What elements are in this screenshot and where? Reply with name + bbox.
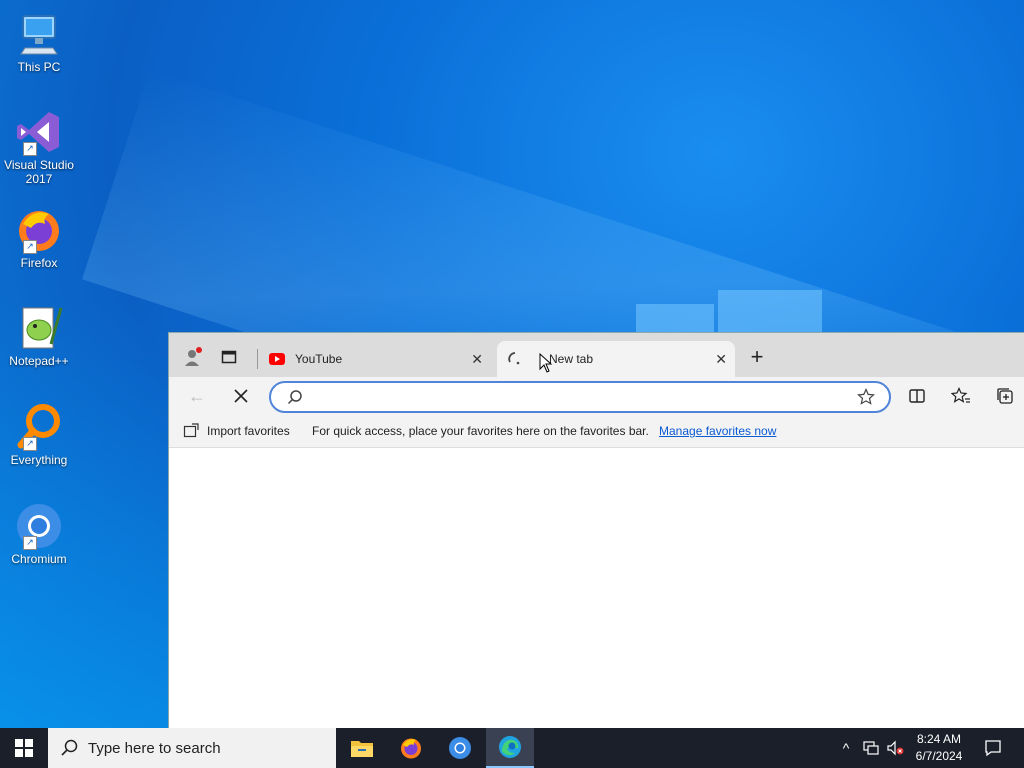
split-screen-button[interactable]	[905, 384, 929, 408]
volume-muted-icon	[887, 740, 904, 756]
navigation-toolbar: ←	[169, 377, 1024, 415]
start-button[interactable]	[0, 728, 48, 768]
desktop-icon-chromium[interactable]: ↗ Chromium	[4, 502, 74, 566]
tab-actions-button[interactable]	[217, 345, 241, 369]
shortcut-arrow-icon: ↗	[23, 240, 37, 254]
notification-icon	[985, 740, 1001, 757]
stop-loading-button[interactable]	[229, 384, 253, 408]
manage-favorites-link[interactable]: Manage favorites now	[659, 424, 776, 438]
taskbar-file-explorer[interactable]	[338, 728, 386, 768]
profile-icon	[185, 347, 202, 366]
import-favorites-button[interactable]: Import favorites	[207, 424, 290, 438]
computer-icon	[15, 10, 63, 58]
close-tab-icon[interactable]: ✕	[471, 351, 483, 368]
network-tray-button[interactable]	[860, 728, 882, 768]
close-icon	[234, 389, 248, 403]
edge-icon	[499, 736, 521, 758]
desktop-icon-label: Everything	[10, 453, 68, 467]
desktop-icon-label: Notepad++	[9, 354, 69, 368]
search-icon	[61, 739, 78, 756]
loading-spinner-icon	[508, 352, 520, 365]
desktop-icon-notepad-plus-plus[interactable]: Notepad++	[4, 304, 74, 368]
firefox-icon	[401, 738, 421, 759]
youtube-icon	[269, 353, 285, 365]
favorites-bar-message: For quick access, place your favorites h…	[312, 424, 649, 438]
back-button[interactable]: ←	[185, 384, 209, 408]
chromium-icon: ↗	[15, 502, 63, 550]
taskbar-search-placeholder: Type here to search	[88, 739, 221, 757]
favorites-star-icon	[951, 387, 970, 403]
desktop-icon-label: Chromium	[11, 552, 67, 566]
tab-new-tab[interactable]: New tab ✕	[497, 341, 735, 377]
desktop-icon-visual-studio[interactable]: ↗ Visual Studio 2017	[4, 108, 74, 186]
back-arrow-icon: ←	[188, 385, 206, 406]
show-hidden-icons-button[interactable]: ^	[836, 728, 856, 768]
desktop-icon-label: This PC	[17, 60, 61, 74]
tab-youtube[interactable]: YouTube ✕	[259, 341, 491, 377]
taskbar-search-box[interactable]: Type here to search	[48, 728, 336, 768]
shortcut-arrow-icon: ↗	[23, 142, 37, 156]
tab-separator	[257, 349, 258, 369]
page-content-area[interactable]	[169, 448, 1024, 729]
shortcut-arrow-icon: ↗	[23, 437, 37, 451]
shortcut-arrow-icon: ↗	[23, 536, 37, 550]
visual-studio-icon: ↗	[15, 108, 63, 156]
new-tab-button[interactable]: +	[745, 344, 769, 369]
chromium-icon	[449, 737, 471, 759]
mouse-cursor-icon	[539, 353, 553, 373]
taskbar-edge[interactable]	[486, 728, 534, 768]
address-bar[interactable]	[269, 381, 891, 413]
search-icon	[287, 390, 302, 405]
favorites-bar: Import favorites For quick access, place…	[169, 415, 1024, 448]
chevron-up-icon: ^	[842, 740, 850, 756]
taskbar-chromium[interactable]	[436, 728, 484, 768]
profile-button[interactable]	[181, 345, 205, 369]
network-icon	[863, 741, 879, 755]
file-explorer-icon	[351, 741, 373, 757]
volume-tray-button[interactable]	[884, 728, 906, 768]
desktop-icon-label: Visual Studio 2017	[4, 158, 74, 186]
split-screen-icon	[909, 389, 925, 403]
tab-actions-icon	[221, 350, 237, 364]
windows-wallpaper-logo	[636, 290, 824, 334]
tab-title: New tab	[549, 352, 594, 366]
address-input[interactable]	[311, 386, 835, 408]
taskbar: Type here to search ^ 8:24 AM 6/7/2024	[0, 728, 1024, 768]
close-tab-icon[interactable]: ✕	[715, 351, 727, 368]
star-icon[interactable]	[857, 388, 875, 406]
plus-icon: +	[750, 344, 764, 369]
notepad-plus-plus-icon	[15, 304, 63, 352]
desktop-icon-everything[interactable]: ↗ Everything	[4, 403, 74, 467]
tab-title: YouTube	[295, 352, 343, 366]
collections-icon	[997, 388, 1013, 404]
tab-strip: YouTube ✕ New tab ✕ +	[169, 333, 1024, 377]
clock-time: 8:24 AM	[916, 732, 962, 746]
firefox-icon: ↗	[15, 206, 63, 254]
action-center-button[interactable]	[978, 728, 1008, 768]
desktop-icon-this-pc[interactable]: This PC	[4, 10, 74, 74]
browser-window: YouTube ✕ New tab ✕ + ← Import favorites…	[168, 332, 1024, 729]
desktop-icon-label: Firefox	[20, 256, 58, 270]
taskbar-firefox[interactable]	[387, 728, 435, 768]
desktop-icon-firefox[interactable]: ↗ Firefox	[4, 206, 74, 270]
import-favorites-icon	[183, 423, 199, 438]
collections-button[interactable]	[993, 384, 1017, 408]
clock-date: 6/7/2024	[915, 749, 963, 763]
favorites-button[interactable]	[949, 384, 973, 408]
windows-logo-icon	[15, 739, 33, 757]
everything-search-icon: ↗	[15, 403, 63, 451]
taskbar-clock[interactable]: 8:24 AM 6/7/2024	[906, 731, 972, 765]
